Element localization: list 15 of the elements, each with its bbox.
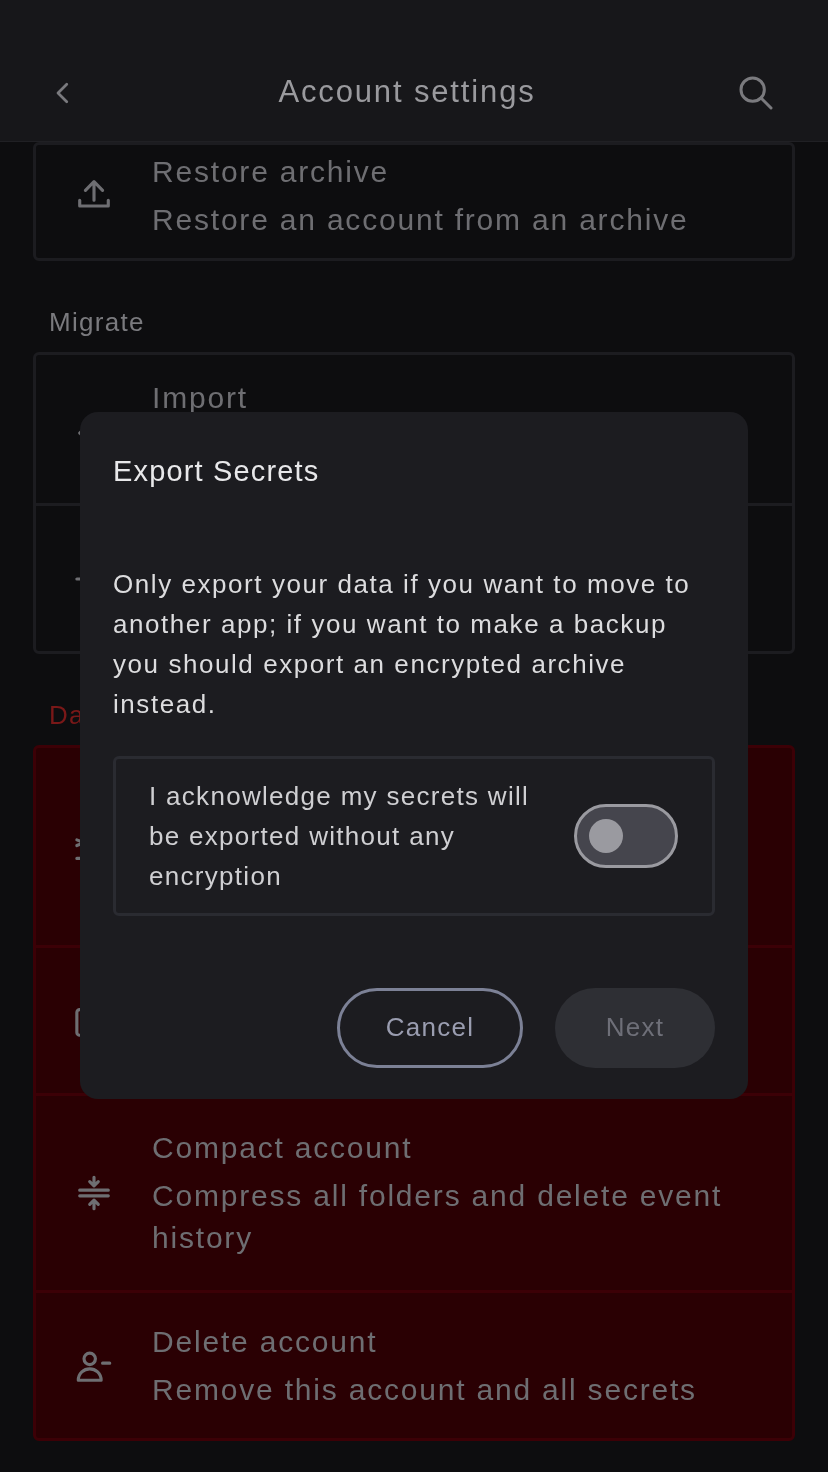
row-title: Restore archive	[152, 153, 391, 190]
acknowledge-label: I acknowledge my secrets will be exported without any encryption	[149, 779, 531, 893]
row-subtitle: Compress all folders and delete event history	[152, 1178, 724, 1256]
section-heading: Migrate	[49, 306, 145, 339]
settings-row[interactable]: Restore archive Restore an account from an archive	[36, 145, 792, 258]
screen-title: Account settings	[278, 73, 536, 112]
cancel-button[interactable]: Cancel	[337, 987, 523, 1068]
settings-row[interactable]: Delete account Remove this account and all secrets	[36, 1290, 792, 1438]
dialog-message: Only export your data if you want to move to another app; if you want to make a backup you should export an encrypted archive instead.	[113, 567, 692, 721]
row-title: Delete account	[152, 1323, 379, 1360]
row-title: Compact account	[152, 1130, 414, 1166]
dialog-title: Export Secrets	[113, 454, 321, 489]
row-subtitle: Restore an account from an archive	[152, 201, 689, 238]
row-title: Import	[152, 380, 248, 416]
row-subtitle: Remove this account and all secrets	[152, 1371, 697, 1408]
